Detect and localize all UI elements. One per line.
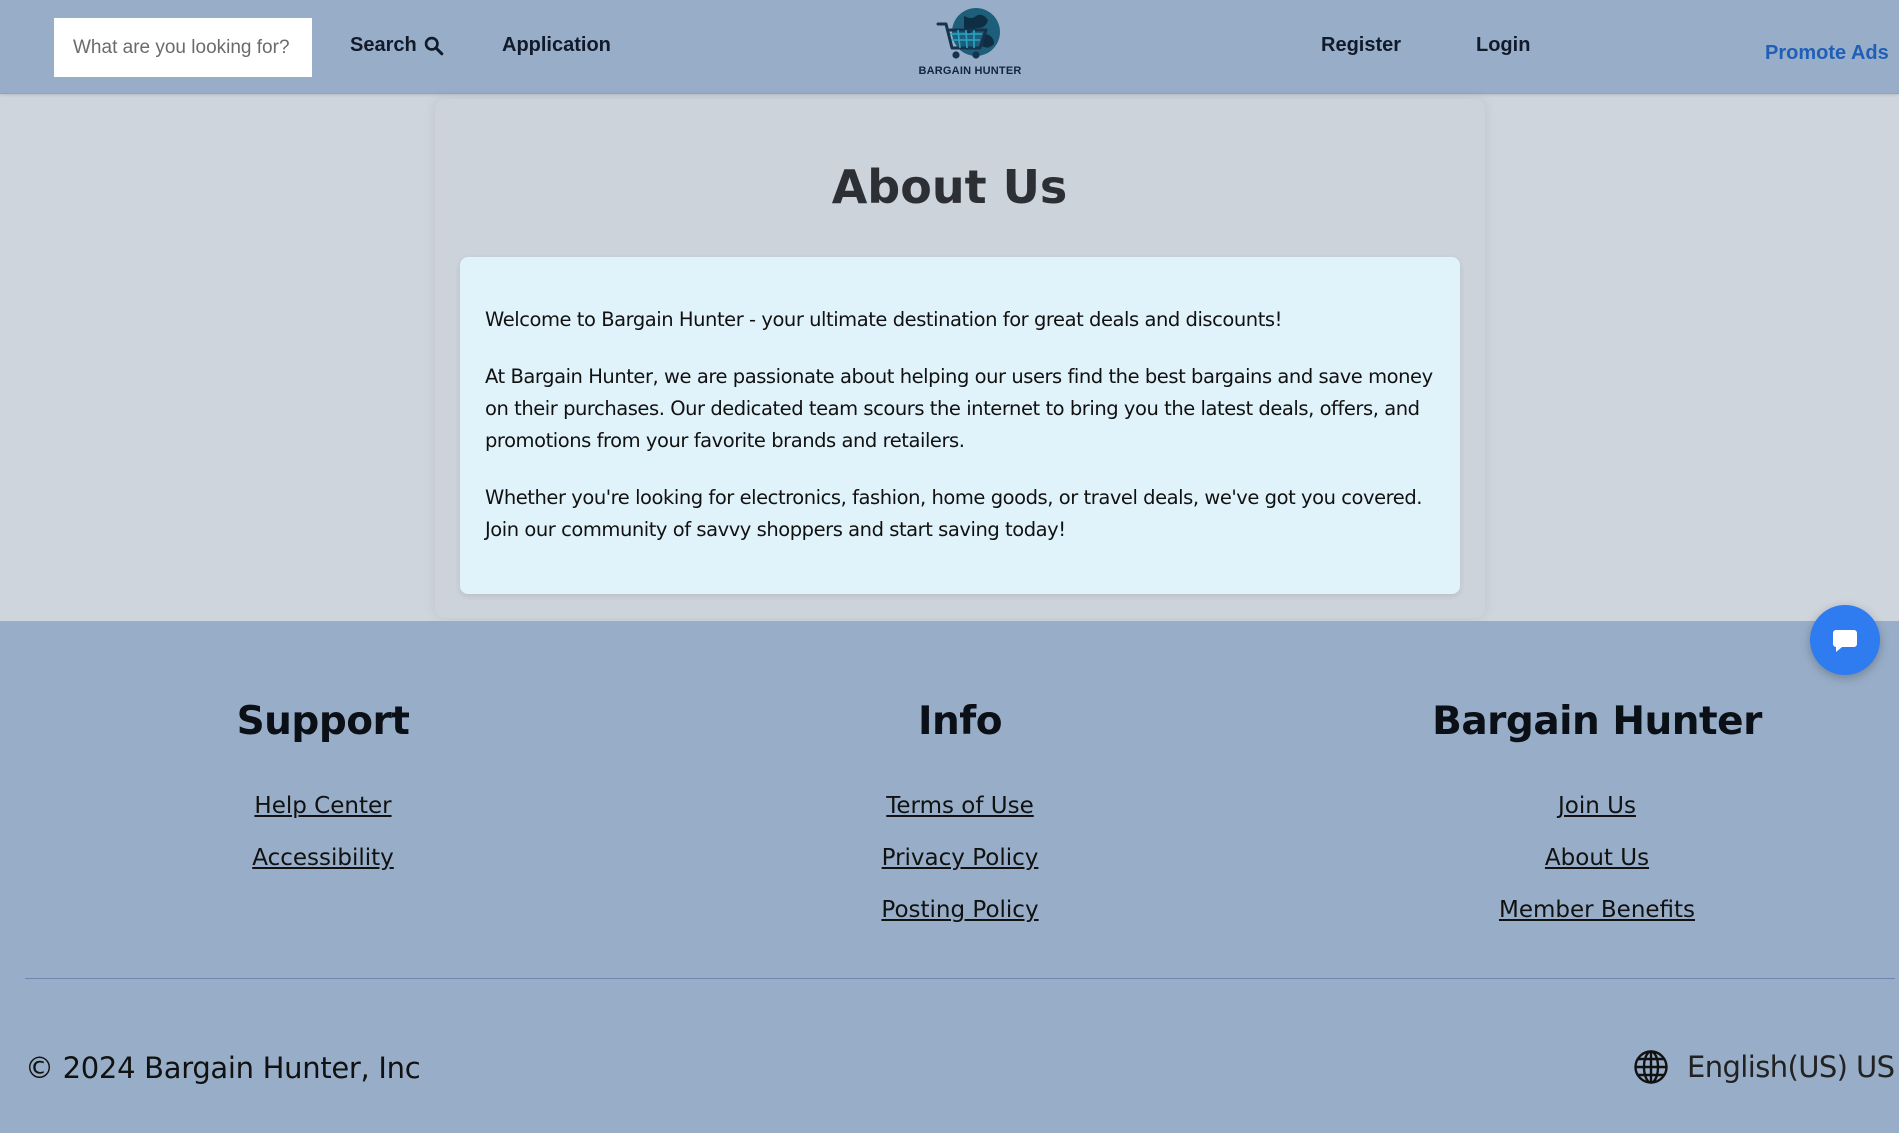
- footer-link-accessibility[interactable]: Accessibility: [73, 844, 573, 872]
- site-logo[interactable]: BARGAIN HUNTER: [910, 6, 1030, 88]
- cart-globe-logo: [936, 8, 1000, 59]
- about-paragraph: Whether you're looking for electronics, …: [485, 486, 1422, 541]
- about-paragraph: Welcome to Bargain Hunter - your ultimat…: [485, 308, 1282, 331]
- footer-link-terms-of-use[interactable]: Terms of Use: [710, 792, 1210, 820]
- language-selector[interactable]: English(US) US $: [1633, 1049, 1899, 1085]
- promote-ads-link[interactable]: Promote Ads: [1765, 42, 1889, 65]
- footer-heading: Bargain Hunter: [1432, 699, 1762, 744]
- footer-link-help-center[interactable]: Help Center: [73, 792, 573, 820]
- footer-column-bargain-hunter: Bargain Hunter Join Us About Us Member B…: [1347, 699, 1847, 948]
- footer-link-join-us[interactable]: Join Us: [1347, 792, 1847, 820]
- application-link[interactable]: Application: [502, 34, 611, 57]
- about-content-box: Welcome to Bargain Hunter - your ultimat…: [460, 257, 1460, 594]
- search-icon: [424, 36, 444, 56]
- globe-icon: [1634, 1050, 1668, 1084]
- page-title: About Us: [831, 160, 1068, 214]
- login-link[interactable]: Login: [1476, 34, 1530, 57]
- site-header: Search Application BARGAIN HUNTER: [0, 0, 1899, 94]
- footer-heading: Support: [236, 699, 410, 744]
- footer-column-info: Info Terms of Use Privacy Policy Posting…: [710, 699, 1210, 948]
- footer-column-support: Support Help Center Accessibility: [73, 699, 573, 896]
- about-paragraph: At Bargain Hunter, we are passionate abo…: [485, 365, 1433, 452]
- search-input[interactable]: [54, 18, 312, 77]
- footer-heading: Info: [917, 699, 1003, 744]
- language-label: English(US) US $: [1687, 1050, 1899, 1084]
- footer-link-member-benefits[interactable]: Member Benefits: [1347, 896, 1847, 924]
- site-footer: Support Help Center Accessibility Info T…: [0, 621, 1899, 1133]
- footer-divider: [25, 978, 1895, 979]
- chat-button[interactable]: [1810, 605, 1880, 675]
- footer-link-privacy-policy[interactable]: Privacy Policy: [710, 844, 1210, 872]
- register-link[interactable]: Register: [1321, 34, 1401, 57]
- chat-bubble-icon: [1833, 630, 1857, 652]
- search-button-label: Search: [350, 34, 417, 56]
- search-button[interactable]: Search: [350, 34, 444, 57]
- copyright-text: © 2024 Bargain Hunter, Inc: [25, 1051, 421, 1085]
- logo-text: BARGAIN HUNTER: [918, 65, 1022, 77]
- footer-link-about-us[interactable]: About Us: [1347, 844, 1847, 872]
- footer-link-posting-policy[interactable]: Posting Policy: [710, 896, 1210, 924]
